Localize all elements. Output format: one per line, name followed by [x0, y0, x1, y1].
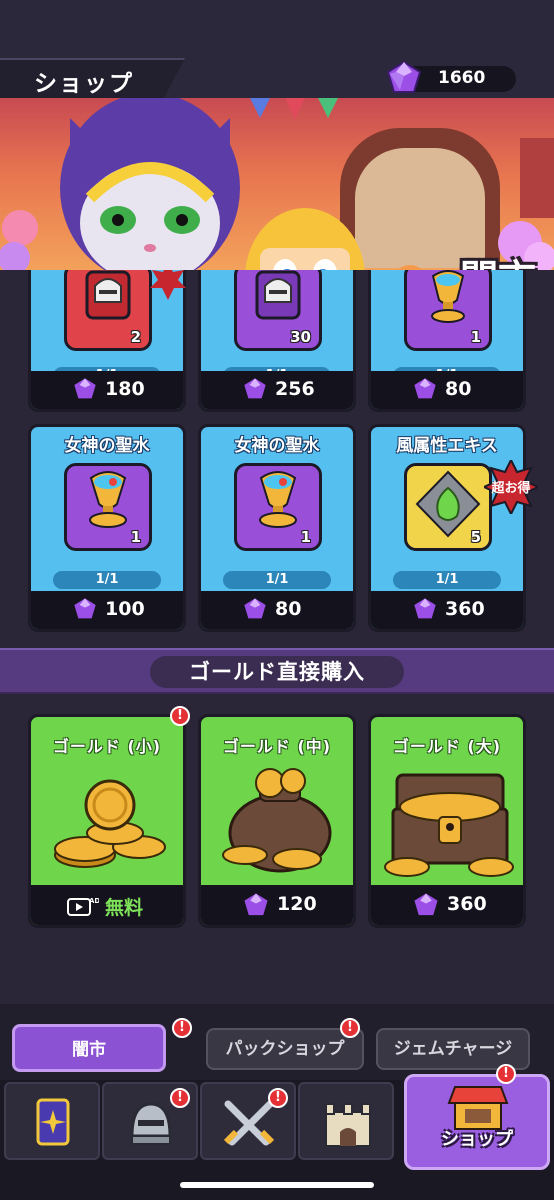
item-name: 風属性エキス	[396, 436, 498, 456]
gold-chest-icon	[384, 773, 514, 877]
deal-badge: 超お得	[481, 457, 541, 517]
banner-title: 闇市	[460, 248, 536, 270]
gem-icon	[244, 598, 266, 619]
item-card[interactable]: 女神の聖水 1 1/1 100	[28, 424, 186, 632]
price-bar: 80	[201, 591, 353, 629]
alert-badge: !	[170, 1088, 190, 1108]
deal-badge-label: 超お得	[491, 481, 531, 496]
price-value: 100	[105, 598, 145, 620]
price-value: 無料	[105, 897, 144, 919]
item-name: 女神の聖水	[234, 436, 320, 456]
gold-medium-card[interactable]: ゴールド (中) 120	[198, 714, 356, 928]
alert-badge: !	[340, 1018, 360, 1038]
nav-heroes[interactable]: !	[102, 1082, 198, 1160]
black-market-banner: 闇市	[0, 98, 554, 270]
item-card[interactable]: 女神の聖水 1 1/1 80	[198, 424, 356, 632]
gem-count: 1660	[438, 68, 486, 88]
card-icon	[36, 1098, 70, 1146]
deal-badge-icon	[150, 270, 186, 300]
gold-item-name: ゴールド (小)	[52, 737, 162, 756]
alert-badge: !	[170, 706, 190, 726]
gem-icon	[386, 60, 422, 93]
gold-small-card[interactable]: ゴールド (小) AD 無料	[28, 714, 186, 928]
item-count: 2	[130, 328, 141, 346]
item-icon-frame: 1	[234, 463, 322, 551]
price-bar: 360	[371, 591, 523, 629]
item-card[interactable]: 1 1/1 80	[368, 270, 526, 412]
price-value: 256	[275, 378, 315, 400]
stock-counter: 1/1	[393, 571, 501, 589]
price-value: 360	[447, 893, 487, 915]
item-icon-frame: 1	[64, 463, 152, 551]
price-value: 80	[275, 598, 302, 620]
gem-icon	[244, 378, 266, 399]
helmet-icon	[130, 1102, 172, 1145]
item-count: 5	[470, 528, 481, 546]
ad-label: AD	[89, 897, 99, 905]
gem-icon	[74, 378, 96, 399]
nav-castle[interactable]	[298, 1082, 394, 1160]
price-value: 120	[277, 893, 317, 915]
tab-black-market[interactable]: 闇市	[12, 1024, 166, 1072]
price-value: 180	[105, 378, 145, 400]
tab-pack-shop[interactable]: パックショップ	[206, 1028, 364, 1070]
item-icon-frame: 5	[404, 463, 492, 551]
item-icon-frame: 30	[234, 270, 322, 351]
stock-counter: 1/1	[53, 571, 161, 589]
item-count: 30	[290, 328, 311, 346]
item-card[interactable]: 風属性エキス 5 1/1 360	[368, 424, 526, 632]
item-icon-frame: 1	[404, 270, 492, 351]
price-bar: AD 無料	[31, 885, 183, 925]
gold-coins-small-icon	[54, 779, 166, 868]
gold-large-card[interactable]: ゴールド (大) 360	[368, 714, 526, 928]
price-bar: 256	[201, 371, 353, 409]
gold-bag-icon	[222, 768, 332, 873]
item-count: 1	[300, 528, 311, 546]
gem-icon	[414, 893, 438, 916]
price-bar: 100	[31, 591, 183, 629]
nav-shop[interactable]: ショップ	[404, 1074, 550, 1170]
alert-badge: !	[496, 1064, 516, 1084]
price-bar: 120	[201, 885, 353, 925]
gem-icon	[414, 378, 436, 399]
alert-badge: !	[268, 1088, 288, 1108]
gold-item-name: ゴールド (大)	[392, 737, 502, 756]
item-grid: 2 1/1 180 30 1/1 256	[0, 270, 554, 648]
item-card[interactable]: 30 1/1 256	[198, 270, 356, 412]
alert-badge: !	[172, 1018, 192, 1038]
price-bar: 180	[31, 371, 183, 409]
banner-illustration	[0, 98, 554, 270]
gem-icon	[414, 598, 436, 619]
stock-counter: 1/1	[223, 571, 331, 589]
gem-icon	[244, 893, 268, 916]
item-name: 女神の聖水	[64, 436, 150, 456]
item-count: 1	[470, 328, 481, 346]
price-bar: 360	[371, 885, 523, 925]
nav-shop-label: ショップ	[441, 1129, 513, 1150]
nav-battle[interactable]: !	[200, 1082, 296, 1160]
gold-section-title: ゴールド直接購入	[189, 660, 365, 684]
price-value: 360	[445, 598, 485, 620]
video-ad-icon: AD	[67, 897, 99, 916]
gem-icon	[74, 598, 96, 619]
price-bar: 80	[371, 371, 523, 409]
item-icon-frame: 2	[64, 270, 152, 351]
home-indicator[interactable]	[180, 1182, 374, 1188]
item-count: 1	[130, 528, 141, 546]
page-title: ショップ	[34, 71, 134, 97]
gold-item-name: ゴールド (中)	[222, 737, 332, 756]
price-value: 80	[445, 378, 472, 400]
castle-icon	[325, 1103, 371, 1147]
nav-cards[interactable]	[4, 1082, 100, 1160]
